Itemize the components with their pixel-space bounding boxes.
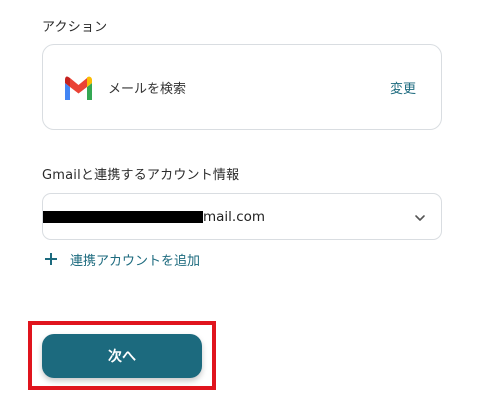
add-account-label: 連携アカウントを追加 bbox=[70, 253, 201, 269]
change-link[interactable]: 変更 bbox=[390, 78, 416, 97]
chevron-down-icon bbox=[415, 215, 425, 221]
action-card: メールを検索 変更 bbox=[42, 44, 442, 130]
action-section-label: アクション bbox=[42, 20, 108, 35]
plus-icon bbox=[45, 253, 57, 265]
account-section-label: Gmailと連携するアカウント情報 bbox=[42, 168, 240, 183]
add-account-link[interactable]: 連携アカウントを追加 bbox=[44, 250, 201, 269]
action-name: メールを検索 bbox=[108, 82, 187, 97]
gmail-icon bbox=[65, 76, 92, 100]
next-button[interactable]: 次へ bbox=[42, 334, 202, 378]
account-value: mail.com bbox=[203, 209, 266, 225]
account-select[interactable]: mail.com bbox=[42, 193, 442, 240]
redaction-bar bbox=[43, 211, 203, 223]
